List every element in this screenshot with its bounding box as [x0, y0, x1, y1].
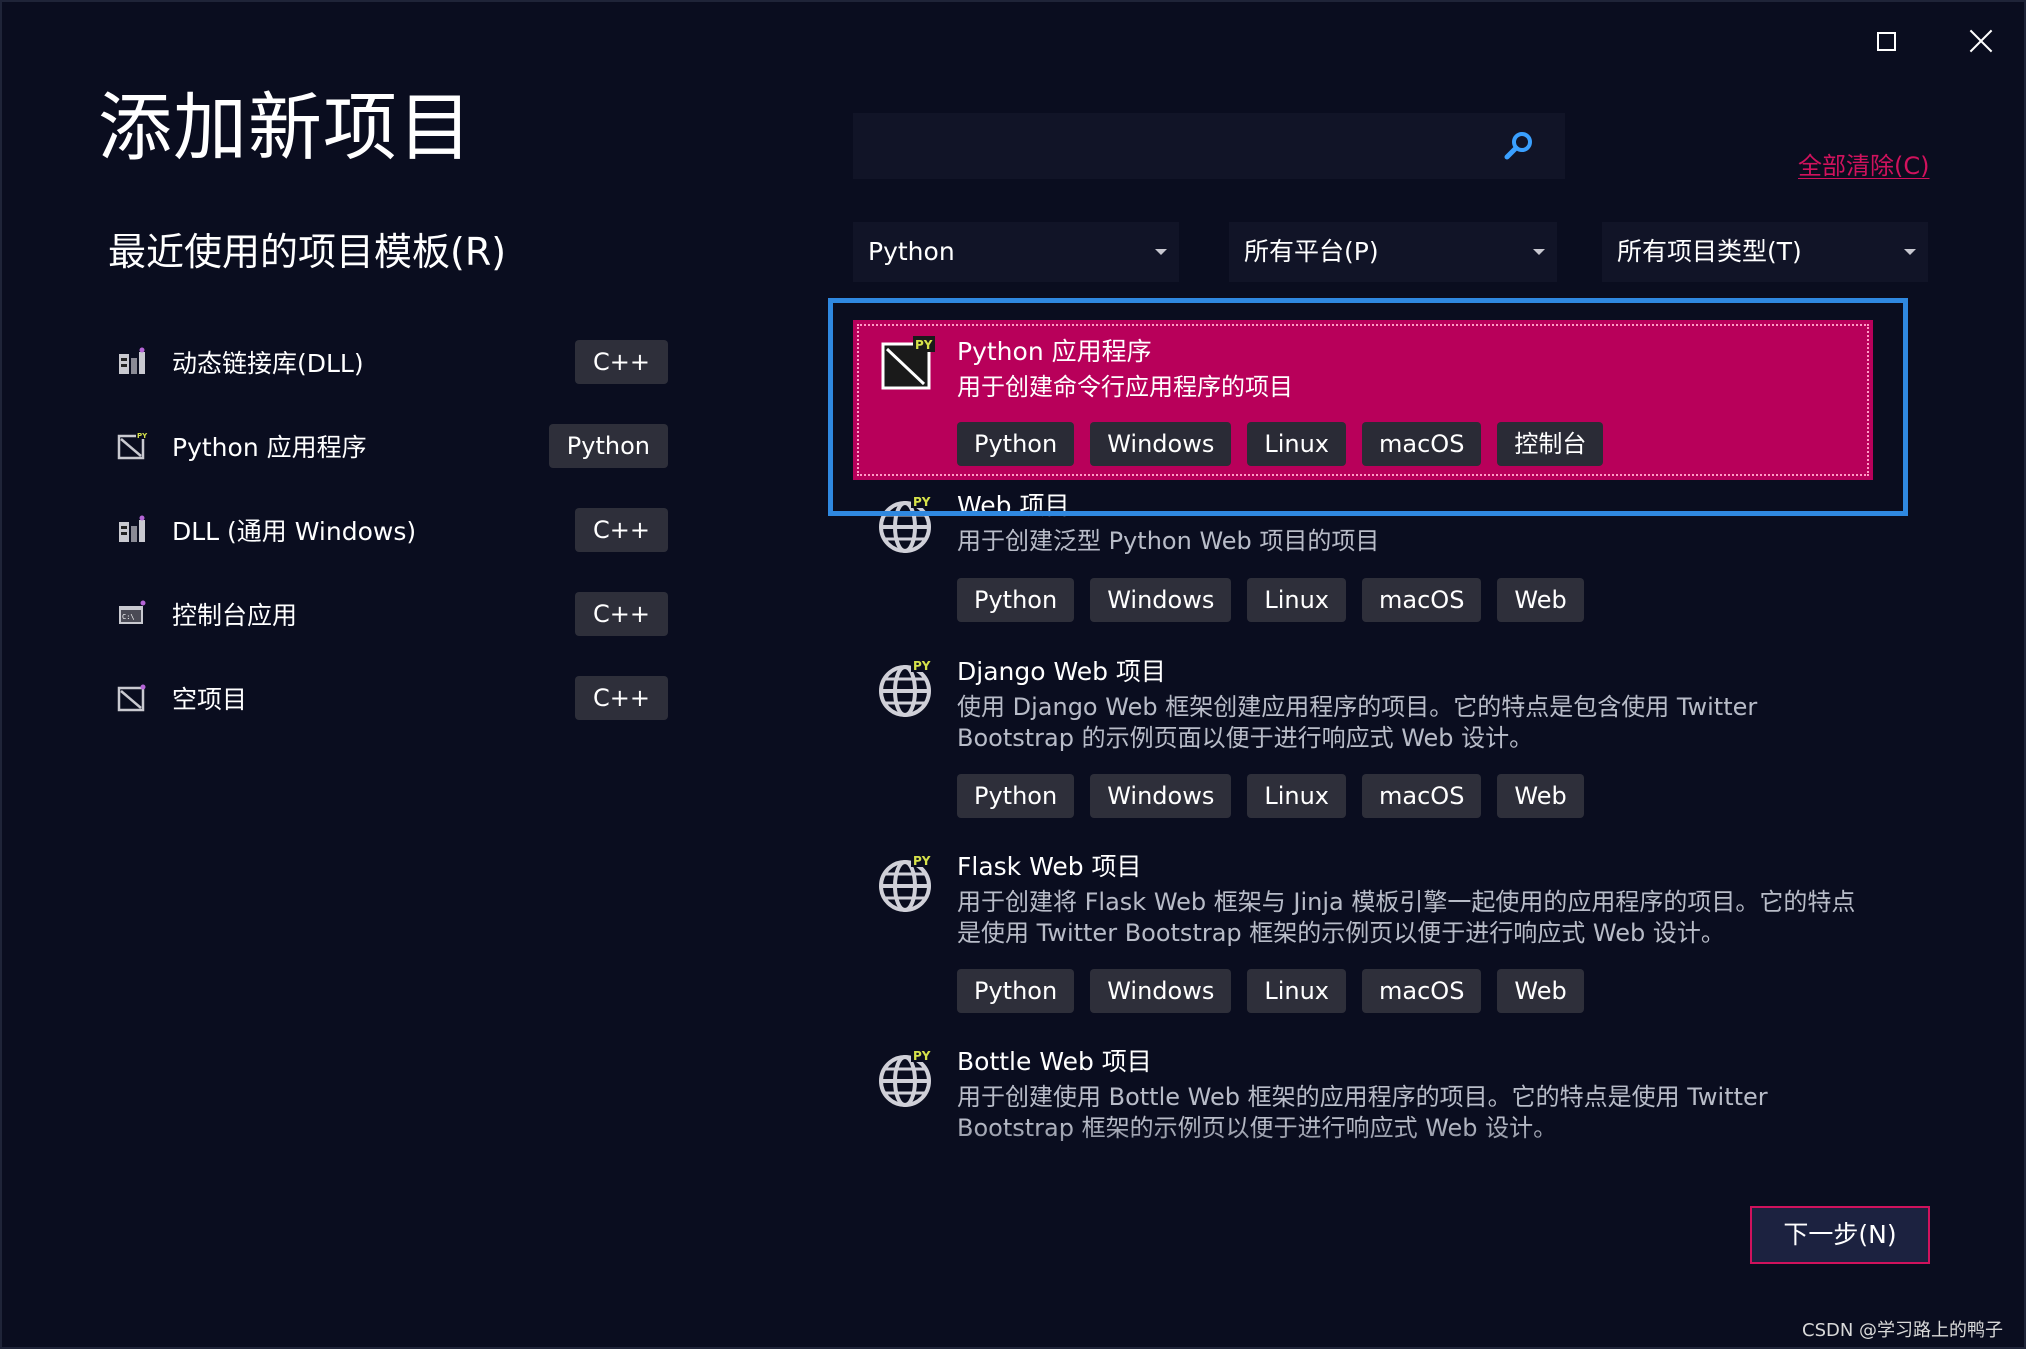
platform-filter-value: 所有平台(P)	[1244, 237, 1379, 266]
maximize-button[interactable]	[1851, 16, 1921, 66]
template-item-python-app[interactable]: PY Python 应用程序 用于创建命令行应用程序的项目 Python Win…	[853, 320, 1873, 480]
template-tag: Windows	[1090, 422, 1232, 466]
chevron-down-icon	[1904, 249, 1916, 255]
template-tag: Windows	[1090, 969, 1232, 1013]
template-tag: Web	[1497, 578, 1584, 622]
svg-text:PY: PY	[913, 854, 931, 868]
language-tag: C++	[575, 340, 668, 384]
template-item-web-project[interactable]: PY Web 项目 用于创建泛型 Python Web 项目的项目 Python…	[853, 491, 1873, 644]
template-tag: Windows	[1090, 774, 1232, 818]
python-web-globe-icon: PY	[879, 853, 935, 912]
template-search-box	[853, 113, 1565, 179]
close-icon	[1969, 29, 1993, 53]
add-new-project-dialog: 添加新项目 最近使用的项目模板(R) 动态链接库(DLL) C++ PY Pyt…	[0, 0, 2026, 1349]
language-tag: Python	[548, 424, 668, 468]
svg-text:PY: PY	[915, 338, 933, 352]
template-tag: Python	[957, 422, 1075, 466]
svg-text:C:\: C:\	[122, 613, 135, 621]
recent-item-dll-uwp[interactable]: DLL (通用 Windows) C++	[112, 488, 672, 572]
template-search-input[interactable]	[853, 113, 1473, 179]
search-icon[interactable]	[1502, 129, 1536, 163]
clear-all-link[interactable]: 全部清除(C)	[1798, 146, 1929, 181]
template-tag: macOS	[1362, 969, 1482, 1013]
template-tag: Linux	[1247, 774, 1347, 818]
project-type-filter-dropdown[interactable]: 所有项目类型(T)	[1602, 222, 1928, 282]
template-tag: 控制台	[1497, 422, 1604, 466]
svg-text:PY: PY	[913, 659, 931, 673]
platform-filter-dropdown[interactable]: 所有平台(P)	[1229, 222, 1557, 282]
language-filter-dropdown[interactable]: Python	[853, 222, 1179, 282]
dll-icon	[119, 515, 145, 542]
template-tag: macOS	[1362, 774, 1482, 818]
recent-item-console-app[interactable]: C:\ 控制台应用 C++	[112, 572, 672, 656]
recent-item-dll[interactable]: 动态链接库(DLL) C++	[112, 320, 672, 404]
template-title: Django Web 项目	[957, 657, 1166, 686]
template-title: Python 应用程序	[957, 337, 1152, 366]
template-description: 用于创建命令行应用程序的项目	[957, 373, 1293, 401]
template-tag: Web	[1497, 969, 1584, 1013]
svg-text:PY: PY	[913, 495, 931, 509]
template-tag: Python	[957, 969, 1075, 1013]
template-tags: Python Windows Linux macOS Web	[957, 578, 1584, 622]
recent-item-python-app[interactable]: PY Python 应用程序 Python	[112, 404, 672, 488]
template-description: 用于创建将 Flask Web 框架与 Jinja 模板引擎一起使用的应用程序的…	[957, 888, 1856, 947]
maximize-icon	[1876, 31, 1896, 51]
template-tag: Python	[957, 774, 1075, 818]
template-tags: Python Windows Linux macOS Web	[957, 774, 1584, 818]
page-title: 添加新项目	[98, 85, 473, 171]
project-type-filter-value: 所有项目类型(T)	[1617, 237, 1802, 266]
chevron-down-icon	[1533, 249, 1545, 255]
recent-templates-list: 动态链接库(DLL) C++ PY Python 应用程序 Python DLL…	[112, 320, 672, 740]
language-tag: C++	[575, 592, 668, 636]
next-button[interactable]: 下一步(N)	[1750, 1206, 1930, 1264]
template-tag: Web	[1497, 774, 1584, 818]
template-tag: Python	[957, 578, 1075, 622]
template-tag: Linux	[1247, 422, 1347, 466]
language-tag: C++	[575, 508, 668, 552]
watermark: CSDN @学习路上的鸭子	[1802, 1320, 2004, 1341]
template-title: Web 项目	[957, 491, 1070, 520]
template-tag: Windows	[1090, 578, 1232, 622]
recent-templates-heading: 最近使用的项目模板(R)	[108, 230, 507, 274]
python-web-globe-icon: PY	[879, 494, 935, 553]
template-item-bottle-web[interactable]: PY Bottle Web 项目 用于创建使用 Bottle Web 框架的应用…	[853, 1047, 1873, 1158]
template-tag: macOS	[1362, 578, 1482, 622]
template-description: 使用 Django Web 框架创建应用程序的项目。它的特点是包含使用 Twit…	[957, 693, 1758, 752]
python-web-globe-icon: PY	[879, 658, 935, 717]
empty-project-icon	[117, 684, 146, 712]
template-title: Flask Web 项目	[957, 852, 1142, 881]
python-web-globe-icon: PY	[879, 1048, 935, 1107]
language-filter-value: Python	[868, 237, 955, 266]
chevron-down-icon	[1155, 249, 1167, 255]
template-tags: Python Windows Linux macOS 控制台	[957, 422, 1604, 466]
template-tag: Linux	[1247, 578, 1347, 622]
console-icon: C:\	[119, 600, 146, 624]
language-tag: C++	[575, 676, 668, 720]
recent-item-empty-project[interactable]: 空项目 C++	[112, 656, 672, 740]
template-tag: macOS	[1362, 422, 1482, 466]
template-description: 用于创建使用 Bottle Web 框架的应用程序的项目。它的特点是使用 Twi…	[957, 1083, 1768, 1142]
template-item-django-web[interactable]: PY Django Web 项目 使用 Django Web 框架创建应用程序的…	[853, 657, 1873, 838]
svg-text:PY: PY	[137, 432, 148, 440]
template-item-flask-web[interactable]: PY Flask Web 项目 用于创建将 Flask Web 框架与 Jinj…	[853, 852, 1873, 1033]
python-app-icon: PY	[881, 336, 935, 390]
template-title: Bottle Web 项目	[957, 1047, 1152, 1076]
dll-icon	[119, 347, 145, 374]
template-tag: Linux	[1247, 969, 1347, 1013]
close-button[interactable]	[1946, 16, 2016, 66]
svg-text:PY: PY	[913, 1049, 931, 1063]
template-description: 用于创建泛型 Python Web 项目的项目	[957, 527, 1380, 555]
python-app-icon: PY	[117, 431, 148, 460]
template-tags: Python Windows Linux macOS Web	[957, 969, 1584, 1013]
